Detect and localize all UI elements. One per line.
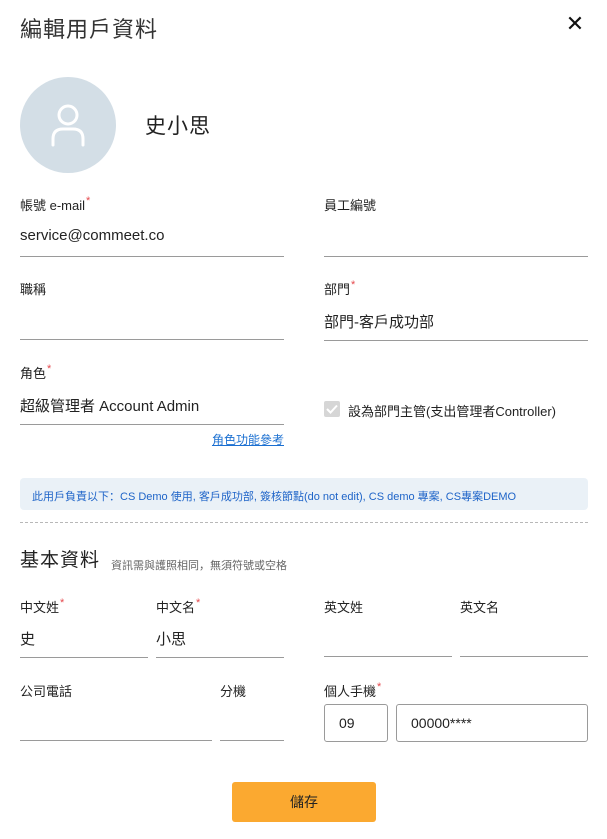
first-name-zh-label: 中文名*: [156, 597, 201, 615]
role-label: 角色*: [20, 363, 52, 381]
check-icon: [326, 404, 338, 414]
dialog-title: 編輯用戶資料: [20, 17, 159, 42]
office-phone-field[interactable]: [20, 705, 212, 741]
first-name-en-label: 英文名: [460, 600, 500, 615]
responsibility-banner: 此用戶負責以下：CS Demo 使用, 客戶成功部, 簽核節點(do not e…: [20, 478, 588, 510]
manager-checkbox-label: 設為部門主管(支出管理者Controller): [348, 404, 557, 419]
last-name-en-field[interactable]: [324, 621, 452, 657]
mobile-number-input[interactable]: 00000****: [396, 704, 588, 742]
basic-info-hint: 資訊需與護照相同，無須符號或空格: [111, 560, 287, 572]
basic-info-title: 基本資料: [20, 550, 101, 571]
extension-field[interactable]: [220, 705, 284, 741]
role-select[interactable]: 超級管理者 Account Admin: [20, 389, 284, 425]
extension-label: 分機: [220, 684, 247, 699]
section-divider: [20, 522, 588, 523]
role-reference-link[interactable]: 角色功能參考: [184, 431, 284, 448]
last-name-en-label: 英文姓: [324, 600, 364, 615]
email-field[interactable]: service@commeet.co: [20, 221, 284, 257]
job-title-label: 職稱: [20, 282, 47, 297]
job-title-field[interactable]: [20, 304, 284, 340]
employee-id-label: 員工編號: [324, 198, 377, 213]
last-name-zh-label: 中文姓*: [20, 597, 65, 615]
save-button[interactable]: 儲存: [232, 782, 376, 822]
first-name-zh-field[interactable]: 小思: [156, 622, 284, 658]
department-label: 部門*: [324, 279, 356, 297]
user-full-name: 史小思: [145, 115, 211, 138]
first-name-en-field[interactable]: [460, 621, 588, 657]
user-icon: [51, 104, 85, 147]
manager-checkbox[interactable]: [324, 401, 340, 417]
office-phone-label: 公司電話: [20, 684, 73, 699]
last-name-zh-field[interactable]: 史: [20, 622, 148, 658]
department-select[interactable]: 部門-客戶成功部: [324, 305, 588, 341]
avatar: [20, 77, 116, 173]
mobile-prefix-input[interactable]: 09: [324, 704, 388, 742]
mobile-label: 個人手機*: [324, 681, 382, 699]
email-label: 帳號 e-mail*: [20, 195, 91, 213]
close-icon[interactable]: ✕: [563, 12, 587, 36]
employee-id-field[interactable]: [324, 221, 588, 257]
